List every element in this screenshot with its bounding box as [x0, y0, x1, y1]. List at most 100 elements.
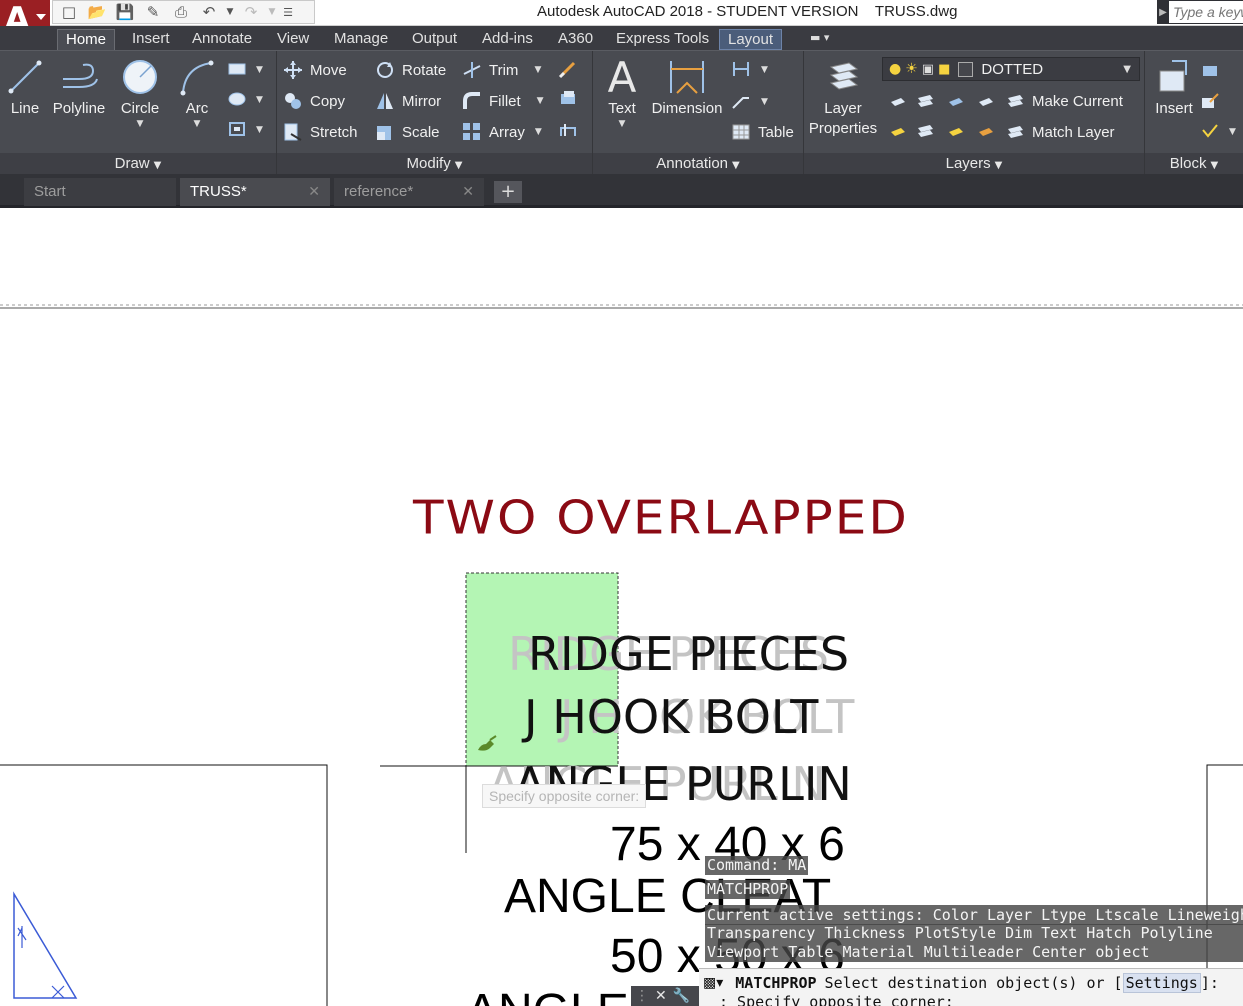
tab-layout[interactable]: Layout: [719, 29, 783, 50]
open-folder-icon[interactable]: 📂: [85, 2, 109, 22]
customize-toolbar-icon[interactable]: ☰: [281, 2, 295, 22]
new-file-icon[interactable]: □: [57, 2, 81, 22]
chevron-down-icon: ▼: [454, 160, 463, 171]
search-input[interactable]: [1169, 1, 1243, 23]
tab-express-tools[interactable]: Express Tools: [608, 29, 717, 50]
redo-dropdown-icon[interactable]: ▼: [267, 2, 277, 22]
modify-panel-title[interactable]: Modify ▼: [277, 153, 592, 175]
new-tab-button[interactable]: +: [494, 181, 522, 203]
trim-dropdown-icon[interactable]: ▼: [534, 65, 541, 75]
boundary-dropdown-icon[interactable]: ▼: [256, 125, 263, 135]
polyline-button[interactable]: Polyline: [50, 55, 108, 119]
tab-annotate[interactable]: Annotate: [184, 29, 260, 50]
tab-start[interactable]: Start: [24, 178, 176, 206]
settings-option[interactable]: Settings: [1122, 973, 1201, 993]
tab-home[interactable]: Home: [57, 29, 116, 50]
layer-viewport-icon[interactable]: ▣: [922, 62, 934, 77]
layer-thaw-all-icon[interactable]: [944, 121, 966, 141]
layer-lock-icon[interactable]: ■: [938, 62, 950, 77]
tab-reference[interactable]: reference* ✕: [334, 178, 484, 206]
tab-view[interactable]: View: [269, 29, 317, 50]
wrench-icon[interactable]: 🔧: [673, 988, 690, 1004]
search-expand-icon[interactable]: ▶: [1157, 7, 1169, 18]
layer-lock-toggle-icon[interactable]: [974, 91, 996, 111]
fillet-dropdown-icon[interactable]: ▼: [537, 96, 544, 106]
save-as-icon[interactable]: ✎: [141, 2, 165, 22]
text-button[interactable]: A Text ▼: [599, 53, 645, 130]
save-icon[interactable]: 💾: [113, 2, 137, 22]
block-attributes-icon[interactable]: [1199, 121, 1221, 141]
block-attributes-dropdown-icon[interactable]: ▼: [1229, 127, 1236, 137]
rotate-button[interactable]: Rotate: [374, 58, 446, 82]
annotation-panel-title[interactable]: Annotation ▼: [593, 153, 803, 175]
boundary-icon[interactable]: [226, 119, 248, 139]
linear-dim-dropdown-icon[interactable]: ▼: [761, 65, 768, 75]
drawing-canvas[interactable]: TWO OVERLAPPED RIDGE PIECES RIDGE PIECES…: [0, 208, 1243, 1006]
line-button[interactable]: Line: [4, 55, 46, 119]
tab-manage[interactable]: Manage: [326, 29, 396, 50]
arc-button[interactable]: Arc ▼: [176, 55, 218, 129]
table-button[interactable]: Table: [730, 120, 794, 144]
close-icon[interactable]: ✕: [308, 178, 320, 206]
arc-dropdown-icon[interactable]: ▼: [176, 119, 218, 129]
array-button[interactable]: Array ▼: [461, 120, 542, 144]
layer-off-icon[interactable]: [886, 91, 908, 111]
mirror-button[interactable]: Mirror: [374, 89, 441, 113]
trim-button[interactable]: Trim ▼: [461, 58, 541, 82]
offset-icon[interactable]: [557, 119, 579, 139]
title-bar: A □ 📂 💾 ✎ ⎙ ↶ ▼ ↷ ▼ ☰ Autodesk AutoCAD 2…: [0, 0, 1243, 44]
tab-truss[interactable]: TRUSS* ✕: [180, 178, 330, 206]
scale-button[interactable]: Scale: [374, 120, 440, 144]
linear-dim-icon[interactable]: [730, 59, 752, 79]
dimension-button[interactable]: Dimension: [649, 55, 725, 119]
match-layer-button[interactable]: Match Layer: [1004, 120, 1115, 144]
leader-icon[interactable]: [730, 91, 752, 111]
tab-a360[interactable]: A360: [550, 29, 601, 50]
circle-button[interactable]: Circle ▼: [114, 55, 166, 129]
fillet-button[interactable]: Fillet ▼: [461, 89, 544, 113]
undo-icon[interactable]: ↶: [197, 2, 221, 22]
layer-on-all-icon[interactable]: [886, 121, 908, 141]
edit-block-icon[interactable]: [1199, 91, 1221, 111]
hatch-icon[interactable]: [226, 89, 248, 109]
copy-button[interactable]: Copy: [282, 89, 345, 113]
circle-dropdown-icon[interactable]: ▼: [114, 119, 166, 129]
array-dropdown-icon[interactable]: ▼: [535, 127, 542, 137]
layers-panel-title[interactable]: Layers ▼: [804, 153, 1144, 175]
layer-dropdown[interactable]: ● ☀ ▣ ■ DOTTED ▼: [882, 57, 1140, 81]
layer-properties-button[interactable]: Layer Properties: [806, 55, 880, 139]
layer-unlock-icon[interactable]: [974, 121, 996, 141]
insert-button[interactable]: Insert: [1149, 55, 1199, 119]
layer-unisolate-icon[interactable]: [914, 121, 936, 141]
leader-dropdown-icon[interactable]: ▼: [761, 97, 768, 107]
drag-handle-icon[interactable]: ⋮: [635, 988, 649, 1004]
layer-on-icon[interactable]: ●: [889, 61, 901, 77]
stretch-button[interactable]: Stretch: [282, 120, 358, 144]
make-current-button[interactable]: Make Current: [1004, 89, 1123, 113]
create-block-icon[interactable]: [1199, 61, 1221, 81]
ribbon-minimize-icon[interactable]: ▬ ▾: [810, 31, 846, 47]
draw-panel-title[interactable]: Draw ▼: [0, 153, 276, 175]
tab-output[interactable]: Output: [404, 29, 465, 50]
rectangle-icon[interactable]: [226, 59, 248, 79]
tab-insert[interactable]: Insert: [124, 29, 178, 50]
command-line[interactable]: ▩▾ MATCHPROP Select destination object(s…: [699, 968, 1243, 1006]
erase-icon[interactable]: [557, 59, 579, 79]
make-current-icon: [1004, 91, 1026, 111]
layer-freeze-icon[interactable]: [944, 91, 966, 111]
layer-isolate-icon[interactable]: [914, 91, 936, 111]
redo-icon[interactable]: ↷: [239, 2, 263, 22]
block-panel-title[interactable]: Block ▼: [1145, 153, 1243, 175]
close-icon[interactable]: ✕: [655, 988, 667, 1004]
move-button[interactable]: Move: [282, 58, 347, 82]
command-prompt-icon[interactable]: ▩▾: [703, 975, 723, 991]
text-dropdown-icon[interactable]: ▼: [599, 119, 645, 129]
print-icon[interactable]: ⎙: [169, 2, 193, 22]
rectangle-dropdown-icon[interactable]: ▼: [256, 65, 263, 75]
layer-thaw-icon[interactable]: ☀: [905, 61, 918, 77]
explode-icon[interactable]: [557, 89, 579, 109]
close-icon[interactable]: ✕: [462, 178, 474, 206]
undo-dropdown-icon[interactable]: ▼: [225, 2, 235, 22]
hatch-dropdown-icon[interactable]: ▼: [256, 95, 263, 105]
tab-add-ins[interactable]: Add-ins: [474, 29, 541, 50]
